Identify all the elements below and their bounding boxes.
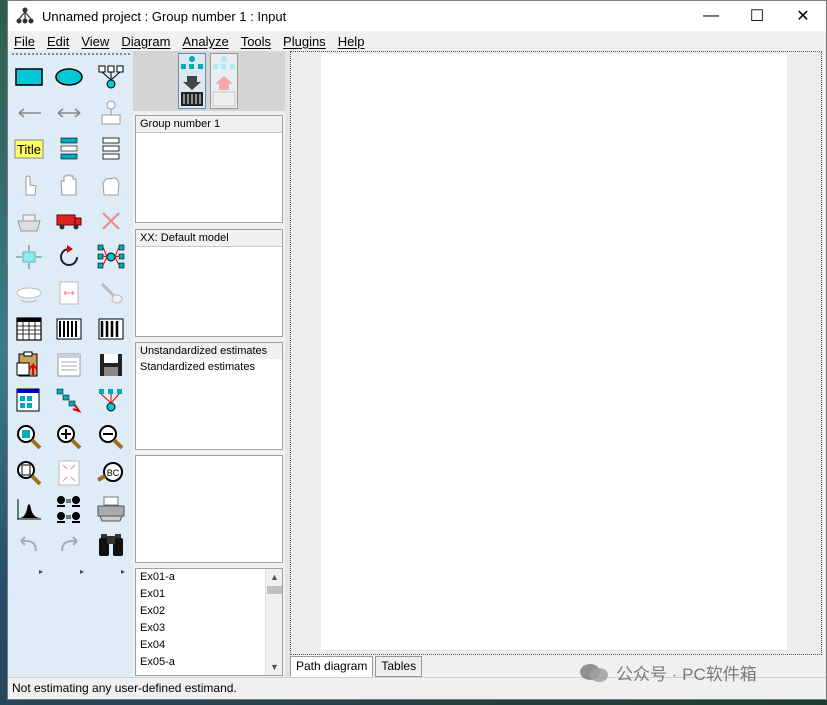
figure-caption-tool[interactable]: Title: [12, 133, 46, 165]
analysis-properties-icon[interactable]: [52, 313, 86, 345]
toolbox: Title BC ▸ ▸ ▸: [8, 51, 133, 677]
calculate-estimates-icon[interactable]: [94, 313, 128, 345]
touch-up-icon[interactable]: [94, 277, 128, 309]
preserve-symmetries-icon[interactable]: [94, 385, 128, 417]
list-variables-in-model-icon[interactable]: [52, 133, 86, 165]
toolbox-grip: [12, 53, 130, 55]
view-input-diagram-button[interactable]: [178, 53, 206, 109]
draw-indicator-variable-icon[interactable]: [94, 61, 128, 93]
zoom-in-icon[interactable]: [52, 421, 86, 453]
move-objects-icon[interactable]: [52, 205, 86, 237]
copy-to-clipboard-icon[interactable]: [12, 349, 46, 381]
toolbox-scroll-arrow-3[interactable]: ▸: [121, 567, 125, 576]
rotate-indicators-icon[interactable]: [52, 241, 86, 273]
close-button[interactable]: ✕: [780, 1, 826, 31]
file-item[interactable]: Ex03: [136, 620, 282, 637]
menu-file[interactable]: File: [8, 34, 41, 49]
file-item[interactable]: Ex02: [136, 603, 282, 620]
menu-help[interactable]: Help: [332, 34, 371, 49]
draw-covariance-icon[interactable]: [52, 97, 86, 129]
drag-properties-icon[interactable]: [52, 385, 86, 417]
scroll-down-icon[interactable]: ▼: [266, 659, 282, 675]
draw-unobserved-variable-icon[interactable]: [52, 61, 86, 93]
maximize-button[interactable]: ☐: [734, 1, 780, 31]
select-one-object-icon[interactable]: [12, 169, 46, 201]
view-tabs: Path diagram Tables: [290, 656, 424, 677]
redo-icon[interactable]: [52, 529, 86, 561]
toolbox-scroll-arrow-1[interactable]: ▸: [39, 567, 43, 576]
tab-tables[interactable]: Tables: [375, 656, 423, 677]
move-parameter-values-icon[interactable]: [12, 277, 46, 309]
models-panel-item[interactable]: XX: Default model: [136, 230, 282, 247]
object-properties-icon[interactable]: [12, 385, 46, 417]
specification-search-icon[interactable]: [94, 529, 128, 561]
toolbox-scroll-arrow-2[interactable]: ▸: [80, 567, 84, 576]
menu-diagram[interactable]: Diagram: [115, 34, 176, 49]
file-item[interactable]: Ex01: [136, 586, 282, 603]
diagram-page[interactable]: [321, 54, 787, 650]
deselect-all-objects-icon[interactable]: [94, 169, 128, 201]
standardized-estimates-item[interactable]: Standardized estimates: [136, 359, 282, 375]
svg-text:BC: BC: [107, 468, 120, 478]
diagram-area[interactable]: [290, 51, 822, 655]
tab-path-diagram[interactable]: Path diagram: [290, 656, 374, 677]
file-item[interactable]: Ex04: [136, 637, 282, 654]
menu-analyze[interactable]: Analyze: [176, 34, 234, 49]
print-diagram-icon[interactable]: [94, 493, 128, 525]
menu-bar: File Edit View Diagram Analyze Tools Plu…: [8, 31, 826, 51]
bayesian-estimation-icon[interactable]: [12, 493, 46, 525]
menu-edit[interactable]: Edit: [41, 34, 75, 49]
amos-window: Unnamed project : Group number 1 : Input…: [7, 0, 827, 700]
undo-icon[interactable]: [12, 529, 46, 561]
draw-observed-variable-icon[interactable]: [12, 61, 46, 93]
view-output-diagram-button[interactable]: [210, 53, 238, 109]
draw-path-icon[interactable]: [12, 97, 46, 129]
groups-panel-item[interactable]: Group number 1: [136, 116, 282, 133]
menu-plugins[interactable]: Plugins: [277, 34, 332, 49]
unstandardized-estimates-item[interactable]: Unstandardized estimates: [136, 343, 282, 359]
add-unique-variable-icon[interactable]: [94, 97, 128, 129]
file-item[interactable]: Ex05-a: [136, 654, 282, 671]
model-view-buttons: [133, 51, 285, 111]
reflect-indicators-icon[interactable]: [94, 241, 128, 273]
scroll-up-icon[interactable]: ▲: [266, 569, 282, 585]
loupe-icon[interactable]: BC: [94, 457, 128, 489]
window-title: Unnamed project : Group number 1 : Input: [42, 8, 287, 24]
save-diagram-icon[interactable]: [94, 349, 128, 381]
list-variables-in-dataset-icon[interactable]: [94, 133, 128, 165]
fit-to-page-icon[interactable]: [52, 457, 86, 489]
scroll-diagram-icon[interactable]: [52, 277, 86, 309]
estimates-panel: Unstandardized estimates Standardized es…: [135, 342, 283, 450]
select-all-objects-icon[interactable]: [52, 169, 86, 201]
zoom-selected-icon[interactable]: [12, 421, 46, 453]
file-item[interactable]: Ex01-a: [136, 569, 282, 586]
zoom-out-icon[interactable]: [94, 421, 128, 453]
zoom-page-icon[interactable]: [12, 457, 46, 489]
multiple-group-analysis-icon[interactable]: [52, 493, 86, 525]
amos-app-icon: [14, 5, 36, 27]
scroll-thumb[interactable]: [267, 586, 282, 594]
data-files-icon[interactable]: [12, 313, 46, 345]
files-list[interactable]: Ex01-a Ex01 Ex02 Ex03 Ex04 Ex05-a ▲ ▼: [135, 568, 283, 676]
change-shape-icon[interactable]: [12, 241, 46, 273]
groups-panel: Group number 1: [135, 115, 283, 223]
models-panel: XX: Default model: [135, 229, 283, 337]
title-tool-label: Title: [17, 142, 41, 157]
minimize-button[interactable]: —: [688, 1, 734, 31]
model-navigator: Group number 1 XX: Default model Unstand…: [133, 51, 285, 677]
watermark-text: 公众号 · PC软件箱: [616, 665, 757, 684]
menu-view[interactable]: View: [75, 34, 115, 49]
title-bar[interactable]: Unnamed project : Group number 1 : Input…: [8, 1, 826, 31]
erase-objects-icon[interactable]: [94, 205, 128, 237]
menu-tools[interactable]: Tools: [235, 34, 277, 49]
duplicate-objects-icon[interactable]: [12, 205, 46, 237]
wechat-logo-icon: [580, 663, 608, 682]
files-scrollbar[interactable]: ▲ ▼: [265, 569, 282, 675]
watermark: 公众号 · PC软件箱: [578, 660, 757, 685]
computation-summary-panel: [135, 455, 283, 563]
view-text-output-icon[interactable]: [52, 349, 86, 381]
